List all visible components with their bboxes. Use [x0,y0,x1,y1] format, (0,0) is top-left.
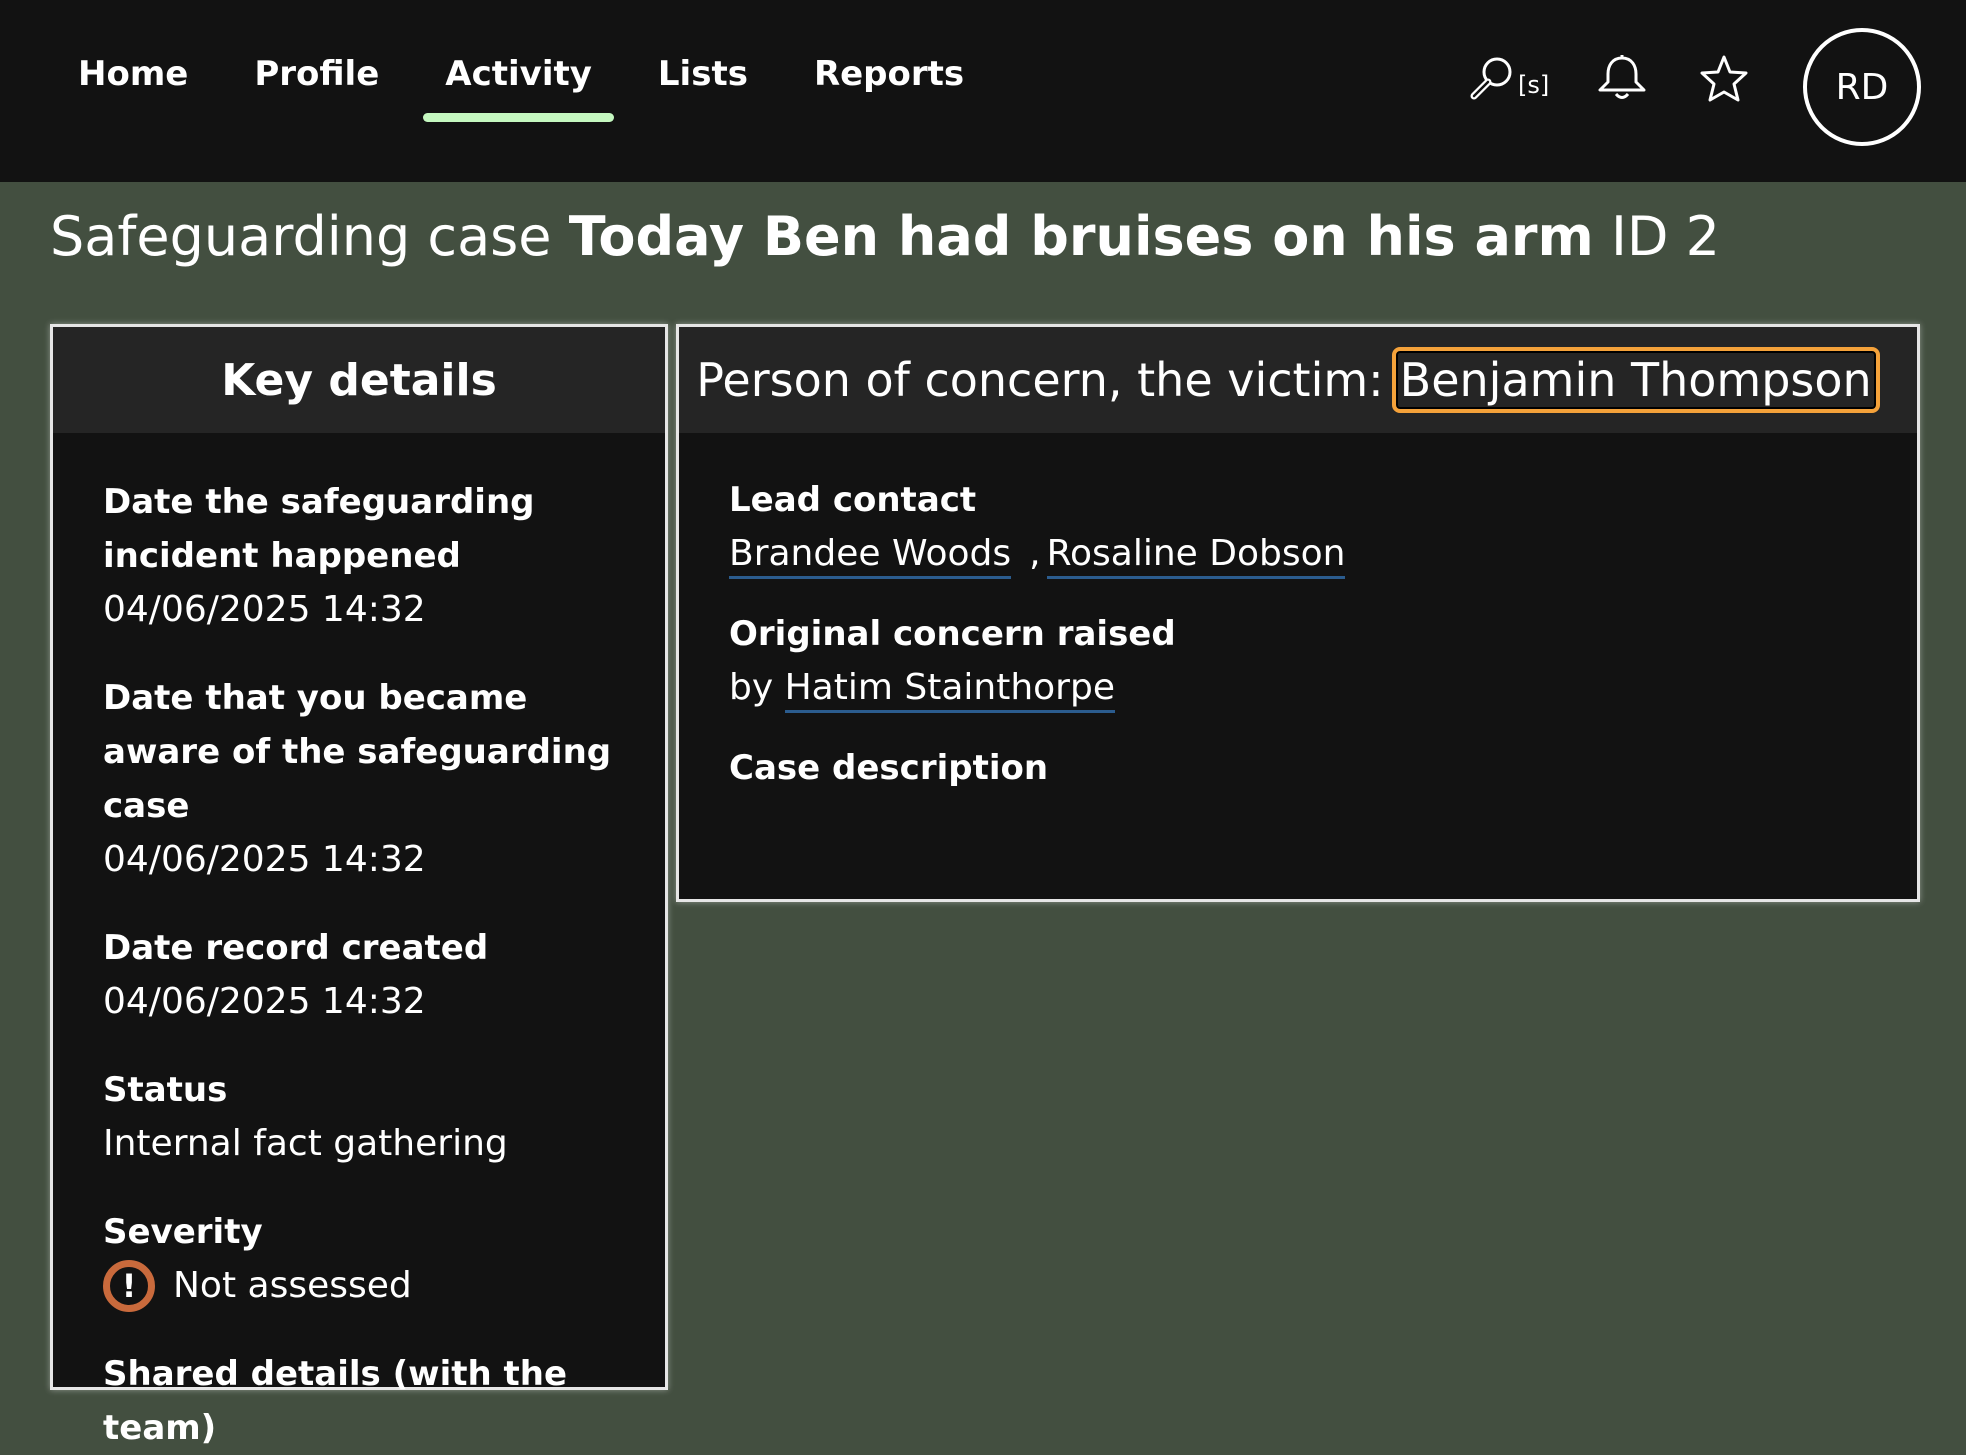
key-details-heading: Key details [221,354,497,406]
raised-by-link[interactable]: Hatim Stainthorpe [784,667,1115,713]
key-details-card: Key details Date the safeguarding incide… [50,324,668,1448]
incident-date-value: 04/06/2025 14:32 [103,589,426,630]
top-navigation-bar: Home Profile Activity Lists Reports [s] … [0,0,1966,182]
person-of-concern-card: Person of concern, the victim: Benjamin … [676,324,1920,902]
record-created-label: Date record created [103,928,489,968]
severity-label: Severity [103,1212,263,1252]
bell-icon [1598,55,1646,99]
person-of-concern-header: Person of concern, the victim: Benjamin … [679,327,1917,433]
nav-activity[interactable]: Activity [422,48,615,122]
search-button[interactable]: [s] [1468,55,1549,101]
case-description-field: Case description [729,741,1867,795]
aware-date-label: Date that you became aware of the safegu… [103,678,612,826]
nav-profile[interactable]: Profile [231,48,402,100]
shared-details-field: Shared details (with the team) [103,1347,615,1455]
search-shortcut-hint: [s] [1518,71,1550,99]
nav-reports[interactable]: Reports [791,48,987,100]
lead-contact-link[interactable]: Rosaline Dobson [1046,533,1346,579]
status-field: Status Internal fact gathering [103,1063,615,1171]
case-name: Today Ben had bruises on his arm [568,205,1594,268]
main-nav: Home Profile Activity Lists Reports [55,48,1007,122]
user-avatar[interactable]: RD [1803,28,1921,146]
favourites-button[interactable] [1698,54,1750,108]
page-title: Safeguarding case Today Ben had bruises … [50,205,1720,268]
nav-home[interactable]: Home [55,48,211,100]
person-of-concern-link[interactable]: Benjamin Thompson [1391,347,1880,413]
lead-contact-field: Lead contact Brandee Woods, Rosaline Dobs… [729,473,1867,581]
case-description-label: Case description [729,748,1049,788]
status-label: Status [103,1070,228,1110]
severity-field: Severity ! Not assessed [103,1205,615,1313]
raised-by-prefix: by [729,667,774,708]
shared-details-label: Shared details (with the team) [103,1354,568,1448]
key-details-header: Key details [53,327,665,433]
nav-lists[interactable]: Lists [635,48,771,100]
original-concern-label: Original concern raised [729,614,1176,654]
status-value: Internal fact gathering [103,1123,508,1164]
severity-warning-icon: ! [103,1260,155,1312]
page-title-prefix: Safeguarding case [50,205,552,268]
incident-date-field: Date the safeguarding incident happened … [103,475,615,637]
notifications-button[interactable] [1594,54,1650,106]
original-concern-field: Original concern raised by Hatim Stainth… [729,607,1867,715]
record-created-value: 04/06/2025 14:32 [103,981,426,1022]
lead-contact-label: Lead contact [729,480,977,520]
case-id: ID 2 [1610,205,1720,268]
search-icon [1470,57,1512,100]
record-created-field: Date record created 04/06/2025 14:32 [103,921,615,1029]
aware-date-field: Date that you became aware of the safegu… [103,671,615,887]
person-of-concern-label: Person of concern, the victim: [696,353,1384,407]
severity-value: Not assessed [173,1265,412,1306]
aware-date-value: 04/06/2025 14:32 [103,839,426,880]
lead-contact-link[interactable]: Brandee Woods [729,533,1012,579]
contact-separator: , [1029,533,1041,574]
star-icon [1700,55,1748,102]
incident-date-label: Date the safeguarding incident happened [103,482,535,576]
